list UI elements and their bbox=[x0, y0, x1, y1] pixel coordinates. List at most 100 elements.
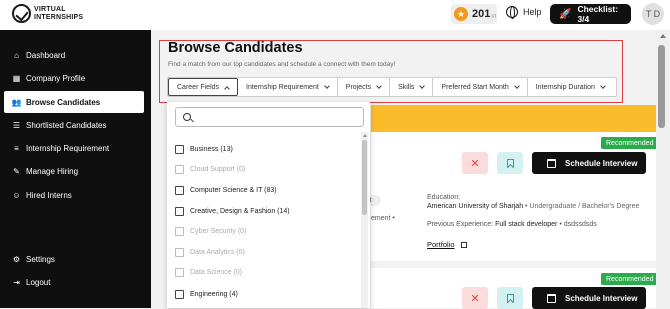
points-badge[interactable]: ★ 201 VI bbox=[451, 4, 497, 24]
sidebar-item-label: Manage Hiring bbox=[26, 167, 79, 176]
sidebar-item-label: Browse Candidates bbox=[26, 97, 101, 107]
truncated-text: ement • bbox=[371, 215, 395, 222]
logo-line-2: INTERNSHIPS bbox=[34, 13, 84, 21]
search-icon bbox=[183, 113, 191, 121]
sidebar-item-company-profile[interactable]: ▦ Company Profile bbox=[12, 74, 85, 83]
reject-button[interactable]: ✕ bbox=[462, 152, 488, 174]
help-label: Help bbox=[523, 7, 542, 17]
filter-projects[interactable]: Projects bbox=[338, 78, 391, 96]
sidebar-item-manage-hiring[interactable]: ✎ Manage Hiring bbox=[12, 167, 78, 176]
points-value: 201 bbox=[472, 8, 491, 20]
checklist-label: Checklist: 3/4 bbox=[577, 4, 619, 24]
filter-internship-requirement[interactable]: Internship Requirement bbox=[238, 78, 338, 96]
bookmark-icon bbox=[506, 293, 514, 303]
scroll-up-arrow-icon[interactable] bbox=[660, 34, 666, 38]
checkbox[interactable] bbox=[175, 165, 184, 174]
education-label: Education: bbox=[427, 194, 461, 201]
sidebar-item-internship-requirement[interactable]: ≡ Internship Requirement bbox=[12, 144, 109, 153]
calendar-icon bbox=[547, 293, 556, 303]
chevron-down-icon bbox=[419, 82, 426, 89]
option-creative-design-fashion[interactable]: Creative, Design & Fashion (14) bbox=[175, 207, 290, 216]
checklist-button[interactable]: 🚀 Checklist: 3/4 bbox=[550, 4, 631, 24]
help-button[interactable]: Help bbox=[506, 6, 542, 19]
experience-item: dsdssdsds bbox=[563, 221, 597, 228]
sidebar-item-shortlisted-candidates[interactable]: ☰ Shortlisted Candidates bbox=[12, 121, 107, 130]
recommended-badge: Recommended bbox=[601, 273, 659, 285]
people-icon: 👥 bbox=[11, 97, 22, 107]
university-name: American University of Sharjah bbox=[427, 203, 524, 210]
logo[interactable]: VIRTUAL INTERNSHIPS bbox=[12, 4, 83, 23]
sidebar-item-hired-interns[interactable]: ☺ Hired Interns bbox=[12, 191, 72, 200]
experience-label: Previous Experience: bbox=[427, 221, 494, 228]
option-business[interactable]: Business (13) bbox=[175, 145, 233, 154]
option-engineering[interactable]: Engineering (4) bbox=[175, 290, 238, 299]
points-suffix: VI bbox=[491, 13, 497, 20]
top-bar: VIRTUAL INTERNSHIPS ★ 201 VI Help 🚀 Chec… bbox=[0, 0, 670, 30]
checkbox[interactable] bbox=[175, 145, 184, 154]
checkbox[interactable] bbox=[175, 248, 184, 257]
experience-row: Previous Experience: Full stack develope… bbox=[427, 221, 597, 228]
sidebar-item-label: Shortlisted Candidates bbox=[26, 121, 107, 130]
chevron-down-icon bbox=[600, 82, 606, 89]
edit-icon: ✎ bbox=[13, 167, 20, 176]
bookmark-button[interactable] bbox=[497, 287, 523, 309]
schedule-interview-button[interactable]: Schedule Interview bbox=[532, 152, 646, 174]
close-icon: ✕ bbox=[470, 157, 480, 170]
checkbox[interactable] bbox=[175, 290, 184, 299]
checkbox[interactable] bbox=[175, 186, 184, 195]
experience-item: Full stack developer bbox=[495, 221, 558, 228]
star-icon: ★ bbox=[454, 7, 468, 21]
rocket-icon: 🚀 bbox=[559, 8, 572, 20]
home-icon: ⌂ bbox=[14, 51, 19, 60]
filter-preferred-start-month[interactable]: Preferred Start Month bbox=[433, 78, 528, 96]
recommended-badge: Recommended bbox=[601, 137, 659, 149]
candidate-card-header bbox=[371, 105, 658, 132]
filter-skills[interactable]: Skills bbox=[390, 78, 434, 96]
filter-career-fields[interactable]: Career Fields bbox=[168, 78, 239, 96]
globe-icon bbox=[506, 6, 518, 19]
option-data-analytics[interactable]: Data Analytics (0) bbox=[175, 248, 245, 257]
smile-icon: ☺ bbox=[12, 191, 21, 200]
chevron-down-icon bbox=[513, 82, 520, 89]
chevron-up-icon bbox=[224, 85, 230, 92]
option-cloud-support[interactable]: Cloud Support (0) bbox=[175, 165, 245, 174]
list-icon: ☰ bbox=[12, 121, 21, 130]
chevron-down-icon bbox=[376, 82, 382, 89]
sidebar-item-settings[interactable]: ⚙ Settings bbox=[12, 255, 55, 264]
education-value: American University of Sharjah • Undergr… bbox=[427, 203, 640, 210]
degree-name: Undergraduate / Bachelor's Degree bbox=[529, 203, 640, 210]
reject-button[interactable]: ✕ bbox=[462, 287, 488, 309]
option-data-science[interactable]: Data Science (0) bbox=[175, 268, 242, 277]
sidebar-item-dashboard[interactable]: ⌂ Dashboard bbox=[12, 51, 65, 60]
sidebar-item-label: Dashboard bbox=[26, 51, 66, 60]
calendar-icon bbox=[547, 158, 556, 168]
chevron-down-icon bbox=[323, 82, 330, 89]
sidebar-item-label: Settings bbox=[26, 255, 55, 264]
portfolio-link[interactable]: Portfolio bbox=[427, 240, 467, 249]
logo-line-1: VIRTUAL bbox=[34, 5, 66, 13]
checkbox[interactable] bbox=[175, 268, 184, 277]
dropdown-scrollbar-thumb[interactable] bbox=[362, 140, 367, 215]
gear-icon: ⚙ bbox=[12, 255, 21, 264]
filter-internship-duration[interactable]: Internship Duration bbox=[528, 78, 613, 96]
option-computer-science-it[interactable]: Computer Science & IT (83) bbox=[175, 186, 277, 195]
sidebar-item-logout[interactable]: ⇥ Logout bbox=[12, 278, 50, 287]
close-icon: ✕ bbox=[470, 292, 480, 305]
sidebar-item-label: Hired Interns bbox=[26, 191, 72, 200]
page-scrollbar-thumb[interactable] bbox=[658, 45, 665, 128]
avatar[interactable]: T D bbox=[642, 3, 664, 25]
option-cyber-security[interactable]: Cyber Security (0) bbox=[175, 227, 246, 236]
checkbox[interactable] bbox=[175, 207, 184, 216]
document-icon: ≡ bbox=[14, 144, 19, 153]
checkbox[interactable] bbox=[175, 227, 184, 236]
sidebar-item-browse-candidates[interactable]: 👥 Browse Candidates bbox=[4, 91, 144, 113]
logo-check-icon bbox=[12, 4, 31, 23]
career-fields-dropdown: Business (13) Cloud Support (0) Computer… bbox=[167, 102, 370, 308]
career-fields-search-input[interactable] bbox=[175, 107, 364, 127]
schedule-interview-button[interactable]: Schedule Interview bbox=[532, 287, 646, 309]
external-link-icon bbox=[460, 241, 467, 248]
filter-bar: Career Fields Internship Requirement Pro… bbox=[167, 77, 617, 97]
bookmark-icon bbox=[506, 158, 514, 168]
bookmark-button[interactable] bbox=[497, 152, 523, 174]
scroll-up-arrow-icon[interactable] bbox=[363, 134, 367, 137]
